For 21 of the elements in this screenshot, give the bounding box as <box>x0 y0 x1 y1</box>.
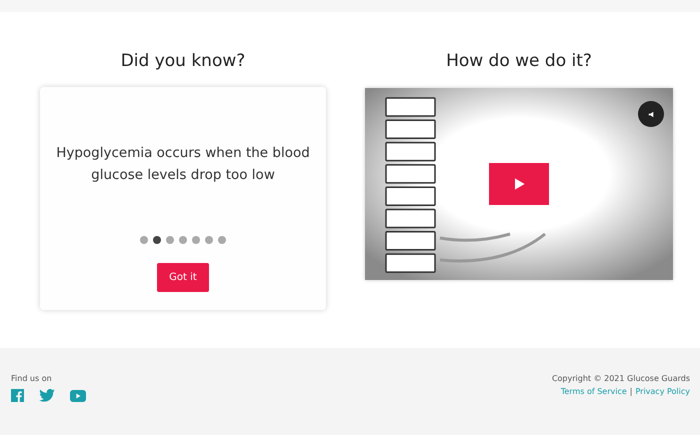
carousel-dot[interactable] <box>140 236 148 244</box>
carousel-dot[interactable] <box>205 236 213 244</box>
fact-text: Hypoglycemia occurs when the blood glucose levels drop too low <box>55 144 311 185</box>
got-it-button[interactable]: Got it <box>157 263 209 292</box>
section-heading: How do we do it? <box>446 50 592 72</box>
facebook-icon[interactable] <box>11 389 24 402</box>
play-icon[interactable] <box>70 390 86 402</box>
carousel-dot[interactable] <box>179 236 187 244</box>
copyright-text: Copyright © 2021 Glucose Guards <box>552 374 690 383</box>
carousel-dot[interactable] <box>192 236 200 244</box>
play-button[interactable] <box>489 163 549 205</box>
section-heading: Did you know? <box>120 50 246 72</box>
separator: | <box>630 387 632 396</box>
speaker-icon <box>646 110 656 118</box>
carousel-dot[interactable] <box>153 236 161 244</box>
terms-link[interactable]: Terms of Service <box>560 387 627 396</box>
carousel-dot[interactable] <box>166 236 174 244</box>
find-us-label: Find us on <box>11 374 53 383</box>
privacy-link[interactable]: Privacy Policy <box>635 387 690 396</box>
bird-icon[interactable] <box>39 389 55 402</box>
carousel-dot[interactable] <box>218 236 226 244</box>
